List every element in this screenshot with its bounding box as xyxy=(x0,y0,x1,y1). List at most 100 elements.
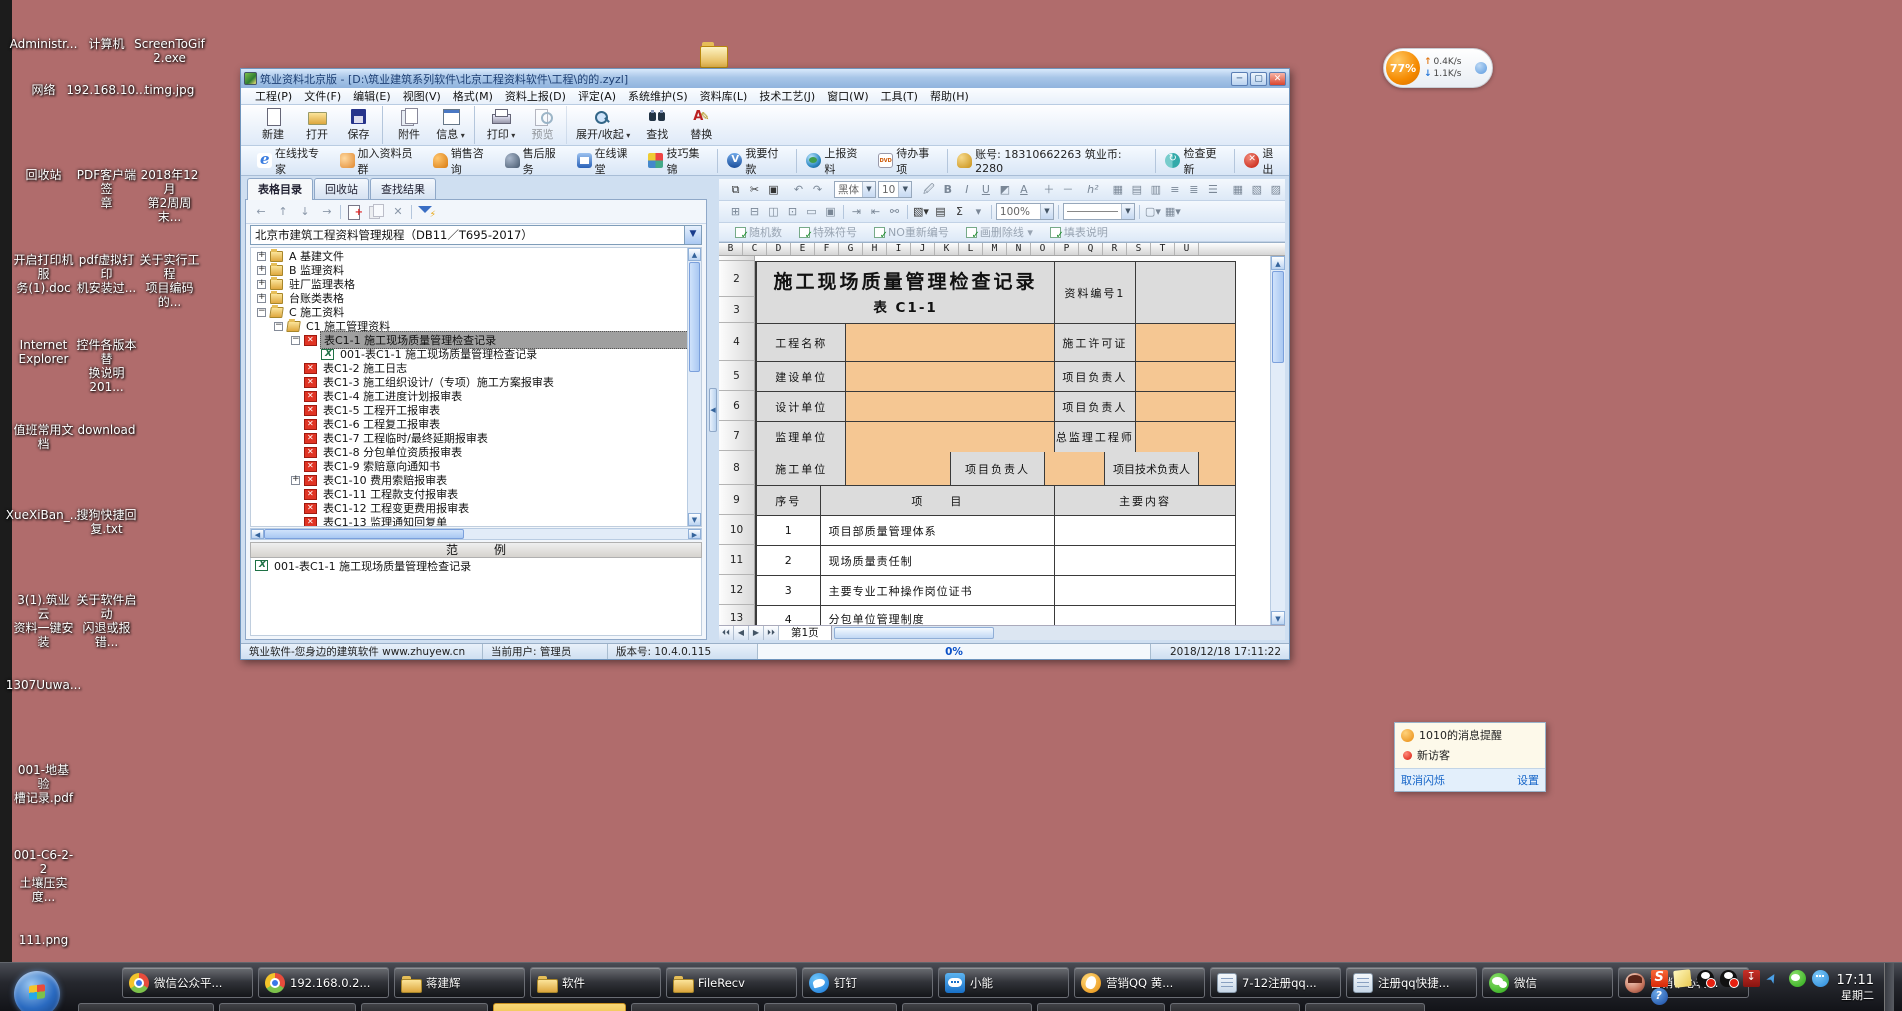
field-input-right[interactable] xyxy=(1136,392,1235,421)
link-icon[interactable]: ⚯ xyxy=(886,204,903,220)
help-icon[interactable] xyxy=(1651,988,1668,1005)
desktop-icon[interactable]: 2018年12月 第2周周末... xyxy=(138,133,201,218)
tree-item[interactable]: 台账类表格 xyxy=(251,291,701,305)
column-header[interactable]: O xyxy=(1031,243,1055,255)
paste-icon[interactable]: ▣ xyxy=(765,182,782,198)
desktop-icon[interactable]: XueXiBan_... xyxy=(12,473,75,558)
column-header[interactable]: N xyxy=(1007,243,1031,255)
chevron-down-icon[interactable]: ▼ xyxy=(862,182,875,197)
scroll-down-icon[interactable]: ▼ xyxy=(1271,611,1285,625)
last-page-icon[interactable]: ⏵⏵ xyxy=(764,626,779,640)
settings-link[interactable]: 设置 xyxy=(1517,772,1539,788)
tree-expand-icon[interactable] xyxy=(274,322,283,331)
desktop-icon[interactable]: 001-地基验 槽记录.pdf xyxy=(12,728,75,813)
taskbar-button[interactable]: 微信公众平... xyxy=(122,967,253,998)
unmerge-cells-icon[interactable]: ⊟ xyxy=(746,204,763,220)
taskbar-button-partial[interactable] xyxy=(1170,1003,1300,1011)
form-tool-button[interactable]: 画删除线 ▾ xyxy=(958,225,1040,240)
desktop-icon[interactable]: Administr... xyxy=(12,2,75,48)
indent-decrease-icon[interactable]: ⇤ xyxy=(867,204,884,220)
service-toolbar-button[interactable]: 检查更新 xyxy=(1159,149,1235,173)
redo-icon[interactable]: ↷ xyxy=(809,182,826,198)
item-number[interactable]: 1 xyxy=(757,516,821,545)
scrollbar-thumb[interactable] xyxy=(689,262,700,372)
row-header[interactable]: 9 xyxy=(719,485,755,515)
scrollbar-thumb[interactable] xyxy=(1272,271,1284,363)
desktop-icon[interactable]: ScreenToGif 2.exe xyxy=(138,2,201,48)
scroll-down-icon[interactable]: ▼ xyxy=(688,513,701,526)
service-toolbar-button[interactable]: 退出 xyxy=(1238,149,1289,173)
border-outer-icon[interactable]: ▨ xyxy=(1267,182,1284,198)
desktop-icon[interactable]: 回收站 xyxy=(12,133,75,218)
column-header[interactable]: G xyxy=(839,243,863,255)
align-center-icon[interactable]: ≣ xyxy=(1185,182,1202,198)
field-input[interactable] xyxy=(846,324,1055,361)
tree-expand-icon[interactable] xyxy=(291,336,300,345)
field-input[interactable] xyxy=(846,452,950,485)
desktop-icon[interactable]: 搜狗快捷回 复.txt xyxy=(75,473,138,558)
field-input-right[interactable] xyxy=(1136,422,1235,452)
chevron-down-icon[interactable]: ▼ xyxy=(1121,204,1134,219)
page-tab[interactable]: 第1页 xyxy=(779,626,832,640)
column-header[interactable]: C xyxy=(743,243,767,255)
menu-item[interactable]: 视图(V) xyxy=(397,88,447,104)
taskbar-button-partial[interactable] xyxy=(1037,1003,1165,1011)
column-header[interactable]: K xyxy=(935,243,959,255)
taskbar-button[interactable]: 192.168.0.2... xyxy=(258,967,389,998)
service-toolbar-button[interactable]: 销售咨询 xyxy=(427,149,499,173)
item-number[interactable]: 4 xyxy=(757,606,821,625)
menu-item[interactable]: 窗口(W) xyxy=(821,88,874,104)
tree-expand-icon[interactable] xyxy=(257,266,266,275)
scroll-right-icon[interactable]: ▶ xyxy=(688,529,701,539)
tray-icon[interactable] xyxy=(1789,970,1806,987)
field-input[interactable] xyxy=(1045,452,1105,485)
desktop-icon[interactable]: 3(1).筑业云 资料一键安装 xyxy=(12,558,75,643)
row-header[interactable]: 3 xyxy=(719,297,755,323)
taskbar-button[interactable]: 微信 xyxy=(1482,967,1613,998)
cut-icon[interactable]: ✂ xyxy=(746,182,763,198)
toolbar-button[interactable]: 打开 xyxy=(295,106,339,144)
desktop-icon[interactable]: timg.jpg xyxy=(138,48,201,133)
field-input-right[interactable] xyxy=(1136,324,1235,361)
column-header[interactable]: L xyxy=(959,243,983,255)
taskbar-button-partial[interactable] xyxy=(764,1003,897,1011)
scrollbar-thumb[interactable] xyxy=(834,627,994,639)
line-style-select[interactable]: ▼ xyxy=(1063,203,1135,220)
new-form-icon[interactable] xyxy=(345,204,363,220)
service-toolbar-button[interactable]: 在线课堂 xyxy=(571,149,643,173)
tree-item[interactable]: 表C1-9 索赔意向通知书 xyxy=(251,459,701,473)
tree-item[interactable]: 表C1-12 工程变更费用报审表 xyxy=(251,501,701,515)
memory-usage-ball[interactable]: 77% xyxy=(1386,51,1420,85)
sheet-horizontal-scrollbar[interactable] xyxy=(832,626,1285,640)
indent-increase-icon[interactable]: ⇥ xyxy=(848,204,865,220)
scroll-left-icon[interactable]: ◀ xyxy=(251,529,264,539)
tree-item[interactable]: C 施工资料 xyxy=(251,305,701,319)
undo-icon[interactable]: ↶ xyxy=(790,182,807,198)
tree-item[interactable]: 表C1-1 施工现场质量管理检查记录 xyxy=(251,333,701,347)
field-input[interactable] xyxy=(846,362,1055,391)
desktop-icon[interactable]: 192.168.10... xyxy=(75,48,138,133)
title-bar[interactable]: 筑业资料北京版 - [D:\筑业建筑系列软件\北京工程资料软件\工程\的的.zy… xyxy=(241,69,1289,88)
item-name[interactable]: 现场质量责任制 xyxy=(821,546,1056,575)
tree-item[interactable]: 表C1-11 工程款支付报审表 xyxy=(251,487,701,501)
item-content[interactable] xyxy=(1055,516,1235,545)
row-header[interactable]: 13 xyxy=(719,605,755,625)
sample-item[interactable]: 001-表C1-1 施工现场质量管理检查记录 xyxy=(251,558,701,573)
insert-picture-icon[interactable]: ▧▾ xyxy=(912,204,930,220)
menu-item[interactable]: 工具(T) xyxy=(875,88,924,104)
taskbar-button[interactable]: 小能 xyxy=(938,967,1069,998)
align-right-icon[interactable]: ☰ xyxy=(1204,182,1221,198)
collapse-panel-icon[interactable]: ◀ xyxy=(709,388,717,432)
taskbar-button[interactable]: 注册qq快捷... xyxy=(1346,967,1477,998)
service-toolbar-button[interactable]: 售后服务 xyxy=(499,149,571,173)
bold-icon[interactable]: B xyxy=(939,182,956,198)
tree-item[interactable]: 表C1-6 工程复工报审表 xyxy=(251,417,701,431)
nav-up-icon[interactable]: ↑ xyxy=(274,204,292,220)
border-inner-icon[interactable]: ▧ xyxy=(1248,182,1265,198)
column-header[interactable]: J xyxy=(911,243,935,255)
taskbar-button-partial[interactable] xyxy=(361,1003,488,1011)
column-header[interactable]: U xyxy=(1175,243,1199,255)
merge-center-icon[interactable]: ▣ xyxy=(822,204,839,220)
tree-item[interactable]: 驻厂监理表格 xyxy=(251,277,701,291)
toolbar-button[interactable]: 附件 xyxy=(387,106,431,144)
